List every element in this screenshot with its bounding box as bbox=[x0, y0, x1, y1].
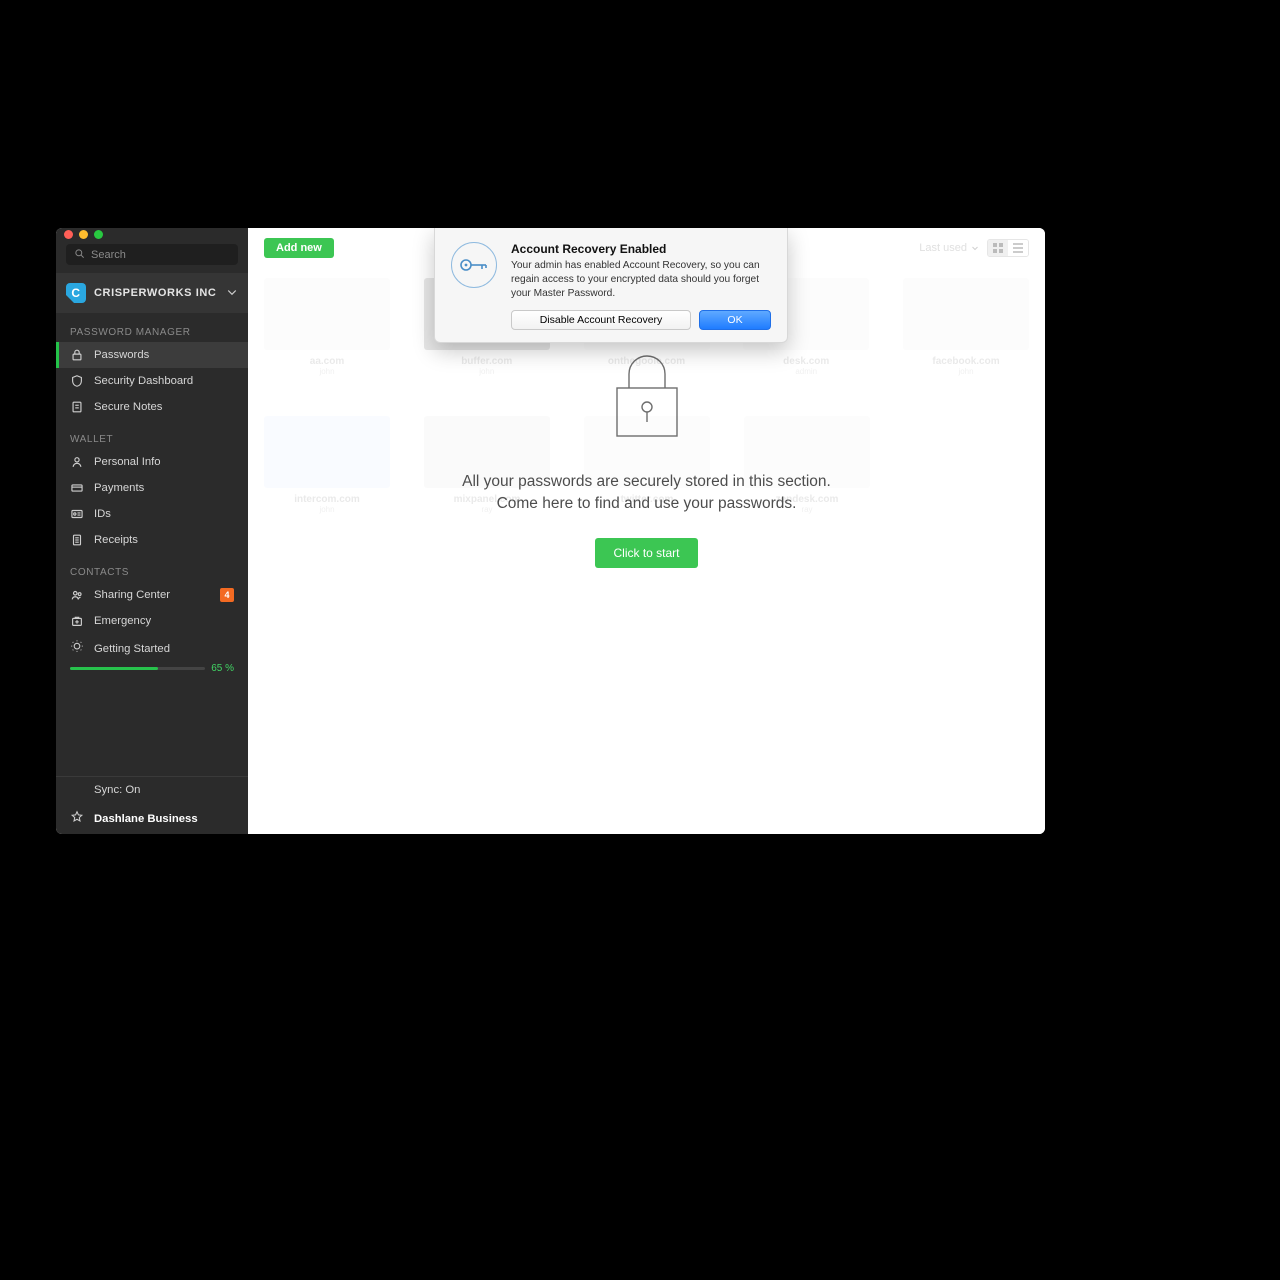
sidebar-item-sharing-center[interactable]: Sharing Center 4 bbox=[56, 582, 248, 608]
sidebar-item-passwords[interactable]: Passwords bbox=[56, 342, 248, 368]
dialog-body: Your admin has enabled Account Recovery,… bbox=[511, 259, 771, 300]
disable-account-recovery-button[interactable]: Disable Account Recovery bbox=[511, 310, 691, 330]
sidebar-item-receipts[interactable]: Receipts bbox=[56, 527, 248, 553]
lightbulb-icon bbox=[70, 640, 84, 657]
star-icon bbox=[70, 810, 84, 827]
grid-view-button[interactable] bbox=[988, 240, 1008, 256]
receipt-icon bbox=[70, 533, 84, 547]
sidebar-item-label: Sharing Center bbox=[94, 589, 170, 601]
sidebar-item-payments[interactable]: Payments bbox=[56, 475, 248, 501]
org-name: CRISPERWORKS INC bbox=[94, 287, 216, 299]
shield-icon bbox=[70, 374, 84, 388]
section-wallet: WALLET bbox=[56, 420, 248, 449]
org-logo: C bbox=[66, 283, 86, 303]
account-recovery-dialog: Account Recovery Enabled Your admin has … bbox=[434, 228, 788, 343]
sync-label: Sync: On bbox=[94, 784, 140, 796]
sidebar-item-emergency[interactable]: Emergency bbox=[56, 608, 248, 634]
view-toggle bbox=[987, 239, 1029, 257]
dialog-title: Account Recovery Enabled bbox=[511, 242, 771, 256]
sidebar-item-label: Getting Started bbox=[94, 643, 170, 655]
empty-text-line1: All your passwords are securely stored i… bbox=[462, 471, 831, 493]
person-icon bbox=[70, 455, 84, 469]
lock-icon bbox=[70, 348, 84, 362]
search-placeholder: Search bbox=[91, 249, 126, 261]
window-traffic-lights bbox=[56, 228, 248, 240]
section-contacts: CONTACTS bbox=[56, 553, 248, 582]
chevron-down-icon bbox=[971, 244, 979, 252]
add-new-button[interactable]: Add new bbox=[264, 238, 334, 258]
sidebar-item-label: Passwords bbox=[94, 349, 149, 361]
org-switcher[interactable]: C CRISPERWORKS INC bbox=[56, 273, 248, 313]
sidebar-item-personal-info[interactable]: Personal Info bbox=[56, 449, 248, 475]
close-window-dot[interactable] bbox=[64, 230, 73, 239]
sharing-badge: 4 bbox=[220, 588, 234, 602]
sidebar-item-label: Payments bbox=[94, 482, 144, 494]
sidebar-item-dashlane-business[interactable]: Dashlane Business bbox=[56, 803, 248, 834]
sort-label: Last used bbox=[919, 242, 967, 254]
sidebar-item-label: Emergency bbox=[94, 615, 151, 627]
main-content: Add new Last used aa.comjohn buffer.comj… bbox=[248, 228, 1045, 834]
medkit-icon bbox=[70, 614, 84, 628]
sort-dropdown[interactable]: Last used bbox=[919, 242, 979, 254]
key-circle-icon bbox=[451, 242, 497, 288]
zoom-window-dot[interactable] bbox=[94, 230, 103, 239]
people-icon bbox=[70, 588, 84, 602]
sidebar-item-label: IDs bbox=[94, 508, 111, 520]
sync-status[interactable]: Sync: On bbox=[56, 777, 248, 803]
id-card-icon bbox=[70, 507, 84, 521]
sidebar-item-getting-started[interactable]: Getting Started 65 % bbox=[56, 634, 248, 686]
progress-percent: 65 % bbox=[211, 663, 234, 674]
sidebar-item-label: Secure Notes bbox=[94, 401, 162, 413]
section-password-manager: PASSWORD MANAGER bbox=[56, 313, 248, 342]
click-to-start-button[interactable]: Click to start bbox=[595, 538, 697, 568]
sidebar-item-label: Dashlane Business bbox=[94, 813, 198, 825]
sidebar-item-security-dashboard[interactable]: Security Dashboard bbox=[56, 368, 248, 394]
search-input[interactable]: Search bbox=[66, 244, 238, 265]
lock-illustration-icon bbox=[606, 344, 688, 449]
search-icon bbox=[74, 248, 85, 262]
progress-bar bbox=[70, 667, 205, 670]
empty-state: All your passwords are securely stored i… bbox=[248, 344, 1045, 568]
sidebar-item-secure-notes[interactable]: Secure Notes bbox=[56, 394, 248, 420]
app-window: Search C CRISPERWORKS INC PASSWORD MANAG… bbox=[56, 228, 1045, 834]
sidebar-item-ids[interactable]: IDs bbox=[56, 501, 248, 527]
empty-text-line2: Come here to find and use your passwords… bbox=[462, 493, 831, 515]
sidebar-item-label: Receipts bbox=[94, 534, 138, 546]
sidebar: Search C CRISPERWORKS INC PASSWORD MANAG… bbox=[56, 228, 248, 834]
card-icon bbox=[70, 481, 84, 495]
ok-button[interactable]: OK bbox=[699, 310, 771, 330]
chevron-down-icon bbox=[226, 286, 238, 301]
minimize-window-dot[interactable] bbox=[79, 230, 88, 239]
sidebar-item-label: Security Dashboard bbox=[94, 375, 193, 387]
note-icon bbox=[70, 400, 84, 414]
sidebar-item-label: Personal Info bbox=[94, 456, 161, 468]
list-view-button[interactable] bbox=[1008, 240, 1028, 256]
